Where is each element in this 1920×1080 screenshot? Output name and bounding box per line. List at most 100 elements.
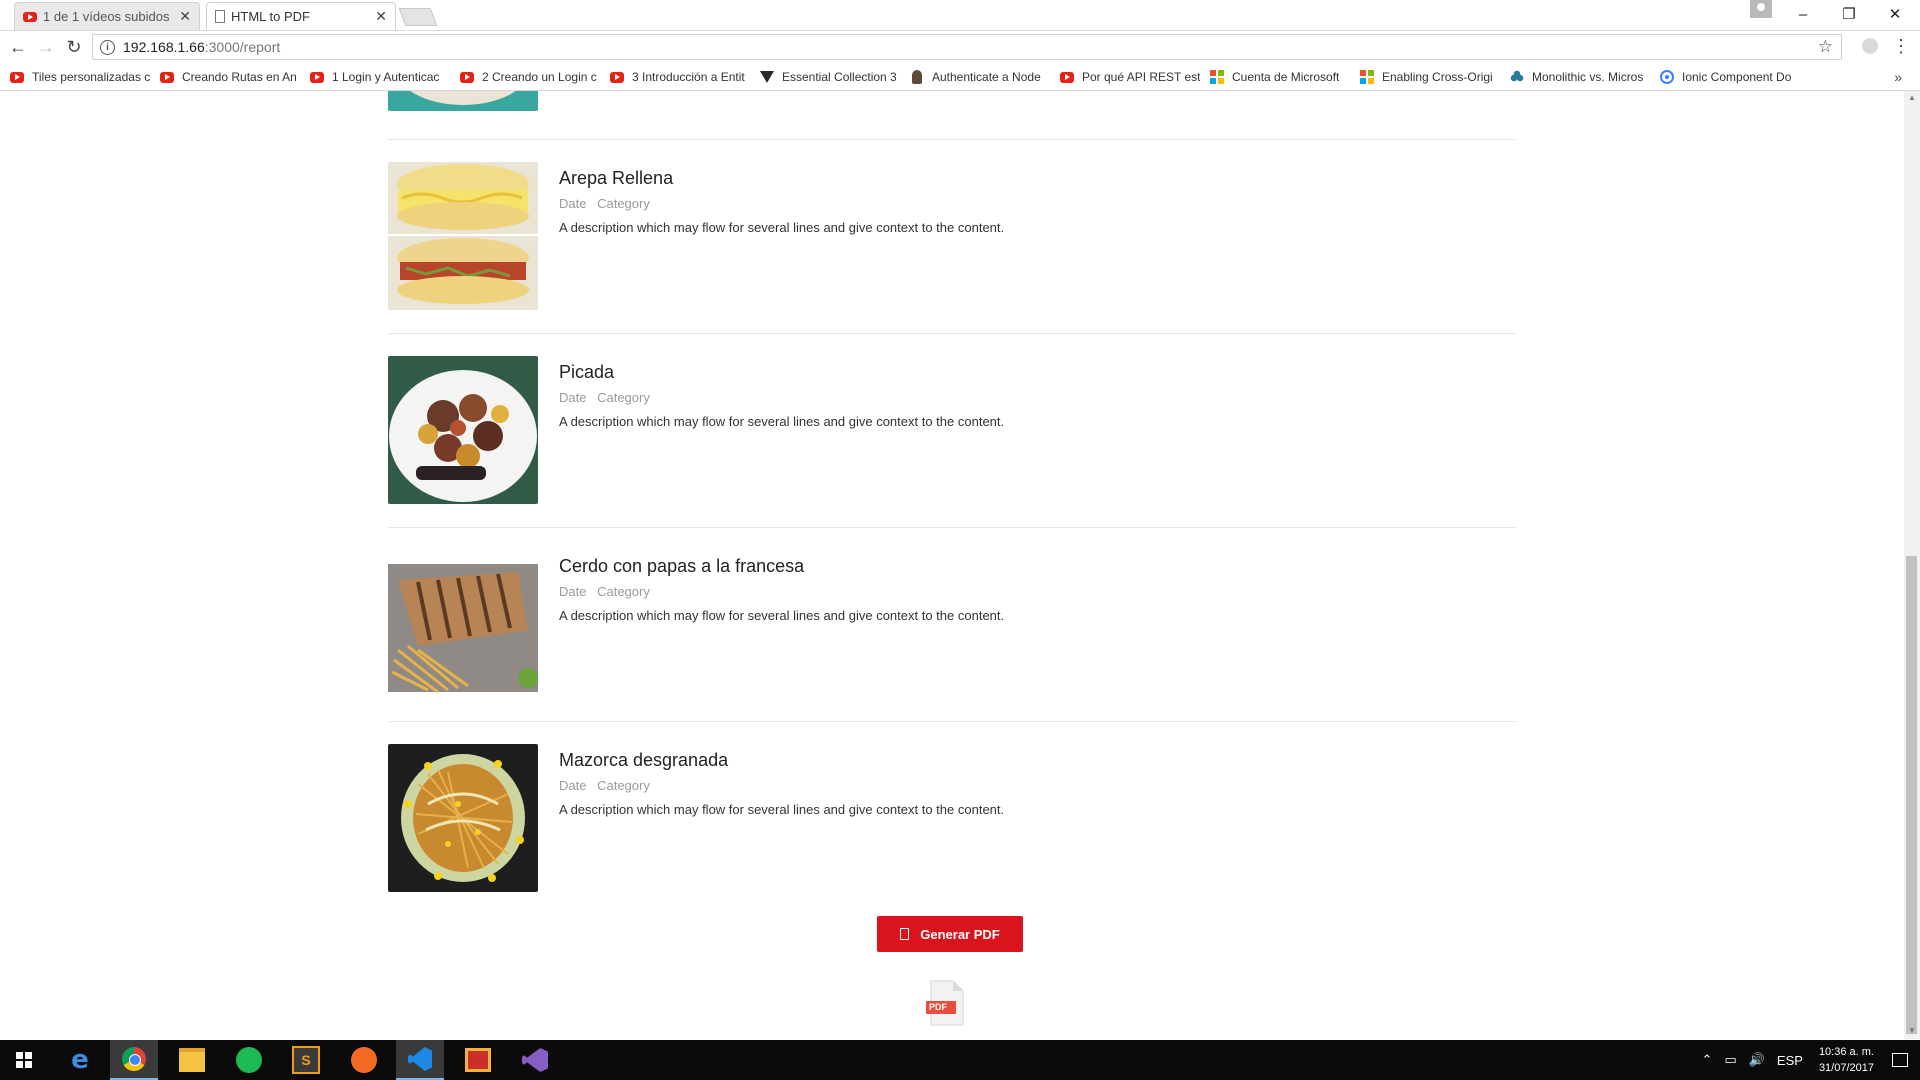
tab-html-to-pdf[interactable]: HTML to PDF ✕ [206,2,396,30]
youtube-icon [1060,71,1074,83]
restore-button[interactable]: ❐ [1826,0,1872,28]
tab-title: 1 de 1 vídeos subidos - Y [43,9,173,24]
report-list: Arepa Rellena Date Category A descriptio… [388,140,1515,915]
close-window-button[interactable]: ✕ [1872,0,1918,28]
edge-icon[interactable]: e [56,1040,104,1080]
food-image [388,356,538,504]
spotify-icon[interactable] [225,1040,273,1080]
sublime-text-icon[interactable]: S [282,1040,330,1080]
item-meta: Date Category [559,390,650,405]
notification-icon[interactable] [1892,1053,1908,1067]
generate-pdf-label: Generar PDF [920,926,1000,942]
youtube-icon [160,71,174,83]
vue-icon [760,71,774,83]
scroll-thumb[interactable] [1906,556,1917,1034]
volume-icon[interactable]: 🔊 [1749,1052,1765,1068]
page-scrollbar[interactable]: ▲ ▼ [1904,91,1920,1039]
food-image [388,162,538,310]
bookmark-label: Cuenta de Microsoft [1232,70,1340,84]
bookmark-label: Enabling Cross-Origi [1382,70,1493,84]
minimize-button[interactable]: – [1780,0,1826,28]
document-icon [900,928,910,940]
chevron-up-icon[interactable]: ⌃ [1702,1052,1713,1068]
bookmark-item[interactable]: 2 Creando un Login c [460,70,600,84]
list-item: Arepa Rellena Date Category A descriptio… [388,140,1515,334]
file-explorer-icon[interactable] [168,1040,216,1080]
more-bookmarks-icon[interactable]: » [1894,69,1902,85]
list-item: Mazorca desgranada Date Category A descr… [388,722,1515,915]
bookmark-item[interactable]: Tiles personalizadas c [10,70,150,84]
food-image [388,550,538,698]
menu-icon[interactable]: ⋮ [1892,36,1910,57]
item-description: A description which may flow for several… [559,414,1005,429]
bookmark-label: 1 Login y Autenticac [332,70,440,84]
tab-youtube[interactable]: 1 de 1 vídeos subidos - Y ✕ [14,2,200,30]
bookmark-item[interactable]: Authenticate a Node [910,70,1050,84]
bookmark-item[interactable]: Monolithic vs. Micros [1510,70,1650,84]
microsoft-icon [1210,70,1224,84]
list-item: Cerdo con papas a la francesa Date Categ… [388,528,1515,722]
close-tab-icon[interactable]: ✕ [179,8,191,25]
vscode-icon[interactable] [396,1040,444,1080]
tab-title: HTML to PDF [231,9,310,24]
url-host: 192.168.1.66 [123,39,205,55]
generate-pdf-button[interactable]: Generar PDF [877,916,1023,952]
language-indicator[interactable]: ESP [1777,1053,1803,1068]
bookmark-item[interactable]: Essential Collection 3 [760,70,900,84]
browser-toolbar: ← → ↻ i 192.168.1.66:3000/report ☆ ⋮ [0,31,1920,63]
item-date: Date [559,390,587,405]
bookmark-item[interactable]: Creando Rutas en An [160,70,300,84]
food-image [388,91,538,111]
bookmark-item[interactable]: Por qué API REST est [1060,70,1200,84]
item-date: Date [559,778,587,793]
close-tab-icon[interactable]: ✕ [375,8,387,25]
item-category: Category [597,778,650,793]
bookmark-item[interactable]: Cuenta de Microsoft [1210,70,1350,84]
info-icon[interactable]: i [100,39,115,55]
item-meta: Date Category [559,778,650,793]
bookmark-label: Por qué API REST est [1082,70,1200,84]
youtube-icon [23,11,37,22]
bookmark-star-icon[interactable]: ☆ [1818,37,1833,57]
item-description: A description which may flow for several… [559,802,1005,817]
pdf-file-icon[interactable]: PDF [925,979,967,1027]
bookmark-item[interactable]: 3 Introducción a Entit [610,70,750,84]
item-category: Category [597,196,650,211]
reload-icon[interactable]: ↻ [62,35,86,59]
address-bar[interactable]: i 192.168.1.66:3000/report ☆ [92,34,1842,60]
scroll-up-icon[interactable]: ▲ [1908,93,1916,102]
system-tray: ⌃ ▭ 🔊 ESP 10:36 a. m. 31/07/2017 [1696,1040,1920,1080]
chrome-icon[interactable] [110,1040,158,1080]
group-icon [1510,70,1524,84]
clock[interactable]: 10:36 a. m. 31/07/2017 [1819,1044,1874,1076]
url-path: :3000/report [204,39,281,55]
youtube-icon [10,71,24,83]
tab-strip: 1 de 1 vídeos subidos - Y ✕ HTML to PDF … [0,0,1920,31]
windows-start-icon[interactable] [0,1040,48,1080]
item-date: Date [559,196,587,211]
scroll-down-icon[interactable]: ▼ [1908,1026,1916,1035]
bookmark-label: 3 Introducción a Entit [632,70,745,84]
item-meta: Date Category [559,196,650,211]
filezilla-icon[interactable] [454,1040,502,1080]
item-description: A description which may flow for several… [559,608,1005,623]
back-arrow-icon[interactable]: ← [6,35,30,59]
visual-studio-icon[interactable] [511,1040,559,1080]
clock-time: 10:36 a. m. [1818,1046,1874,1058]
bookmarks-bar: Tiles personalizadas c Creando Rutas en … [0,64,1920,91]
network-icon[interactable]: ▭ [1724,1052,1736,1068]
youtube-icon [610,71,624,83]
item-title: Picada [559,362,615,382]
profile-icon[interactable] [1750,0,1772,18]
item-category: Category [597,390,650,405]
new-tab-button[interactable] [398,8,438,26]
bookmark-item[interactable]: 1 Login y Autenticac [310,70,450,84]
bookmark-item[interactable]: Enabling Cross-Origi [1360,70,1500,84]
bookmark-item[interactable]: Ionic Component Do [1660,70,1800,84]
bookmark-label: Creando Rutas en An [182,70,297,84]
ionic-icon [1660,70,1674,84]
bookmark-label: Tiles personalizadas c [32,70,150,84]
forward-arrow-icon[interactable]: → [34,35,58,59]
postman-icon[interactable] [340,1040,388,1080]
extension-icon[interactable] [1862,38,1878,54]
